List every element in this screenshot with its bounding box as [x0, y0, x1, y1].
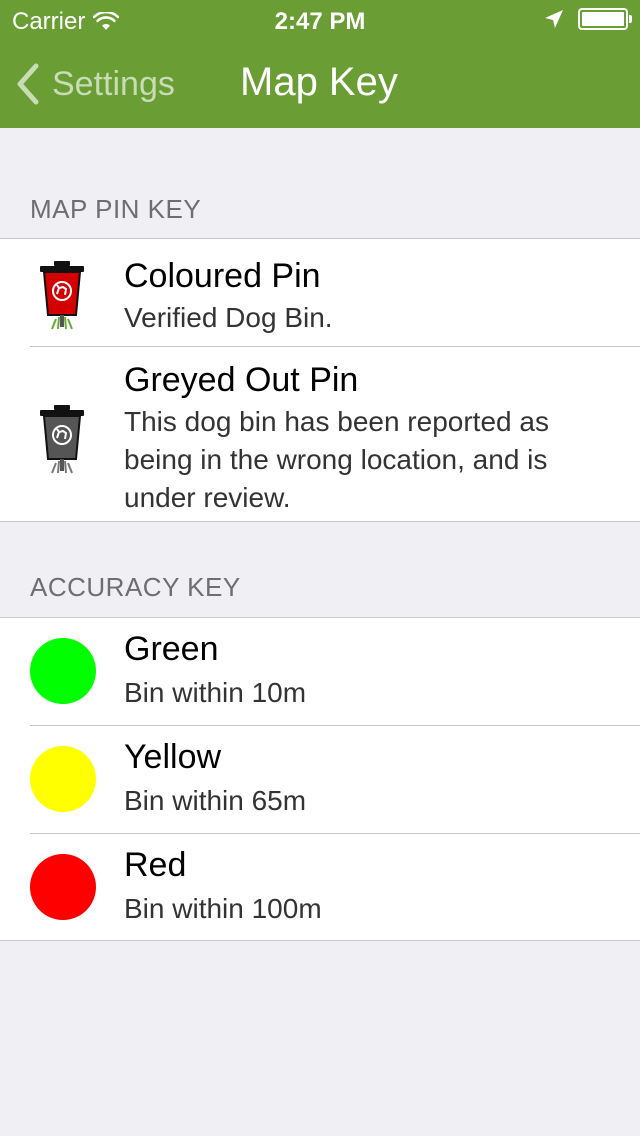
- list-item: Green Bin within 10m: [0, 618, 640, 725]
- list-item: Coloured Pin Verified Dog Bin.: [0, 239, 640, 346]
- red-dog-bin-pin-icon: [40, 261, 84, 330]
- map-pin-key-header: MAP PIN KEY: [30, 194, 202, 224]
- row-subtitle: Bin within 100m: [124, 893, 322, 924]
- map-pin-key-group: Coloured Pin Verified Dog Bin. Greyed Ou…: [0, 238, 640, 522]
- list-item: Red Bin within 100m: [0, 834, 640, 941]
- back-button[interactable]: Settings: [14, 62, 175, 106]
- yellow-dot-icon: [30, 746, 96, 812]
- row-title: Red: [124, 846, 187, 884]
- row-title: Greyed Out Pin: [124, 361, 359, 399]
- status-right-indicators: [544, 8, 632, 30]
- chevron-left-icon: [17, 63, 39, 105]
- row-subtitle: Bin within 10m: [124, 677, 307, 708]
- accuracy-key-group: Green Bin within 10m Yellow Bin within 6…: [0, 617, 640, 941]
- accuracy-key-header: ACCURACY KEY: [30, 572, 241, 602]
- location-arrow-icon: [545, 10, 563, 28]
- back-button-label: Settings: [52, 64, 175, 103]
- row-title: Yellow: [124, 738, 222, 776]
- row-subtitle: Bin within 65m: [124, 785, 307, 816]
- row-title: Coloured Pin: [124, 257, 321, 295]
- list-item: Yellow Bin within 65m: [0, 726, 640, 833]
- red-dot-icon: [30, 854, 96, 920]
- row-title: Green: [124, 630, 219, 668]
- navigation-header: Carrier 2:47 PM Settings Map Key: [0, 0, 640, 128]
- row-subtitle: Verified Dog Bin.: [124, 302, 333, 333]
- grey-dog-bin-pin-icon: [40, 405, 84, 474]
- row-subtitle: This dog bin has been reported as being …: [124, 406, 549, 513]
- green-dot-icon: [30, 638, 96, 704]
- list-item: Greyed Out Pin This dog bin has been rep…: [0, 347, 640, 523]
- status-bar: Carrier 2:47 PM: [0, 0, 640, 40]
- battery-icon: [578, 8, 632, 30]
- page-title: Map Key: [240, 60, 398, 104]
